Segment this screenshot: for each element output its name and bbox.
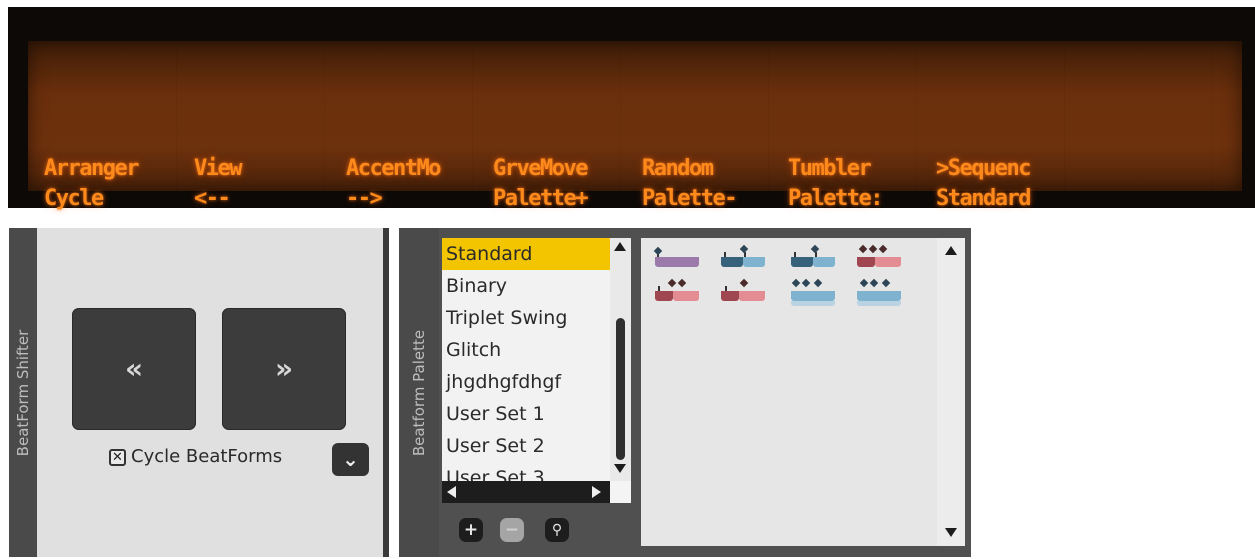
rewind-icon: « xyxy=(124,352,144,385)
beatform-tile[interactable] xyxy=(853,278,905,308)
lcd-cell: Palette: xyxy=(788,186,883,211)
beatform-grid xyxy=(641,238,937,546)
list-item[interactable]: User Set 1 xyxy=(442,398,610,430)
chevron-down-icon: ⌄ xyxy=(342,447,359,471)
lcd-cell: >Sequenc xyxy=(936,156,1031,181)
add-button[interactable]: + xyxy=(459,518,483,542)
scrollbar-corner xyxy=(610,481,631,503)
lcd-cell: Standard xyxy=(936,186,1031,211)
lcd-cell: --> xyxy=(346,186,383,211)
lcd-display: Arranger View AccentMo GrveMove Random T… xyxy=(8,7,1255,211)
list-item[interactable]: User Set 2 xyxy=(442,430,610,462)
list-vertical-scrollbar[interactable] xyxy=(610,238,631,487)
beatform-shifter-panel: BeatForm Shifter « » ✕ Cycle BeatForms ⌄ xyxy=(9,228,389,557)
scroll-up-icon[interactable] xyxy=(614,242,626,251)
scroll-up-icon[interactable] xyxy=(945,246,957,255)
panel-side-label: Beatform Palette xyxy=(399,228,439,557)
beatform-tile[interactable] xyxy=(651,244,703,274)
fast-forward-icon: » xyxy=(274,352,294,385)
beatform-tile[interactable] xyxy=(651,278,703,308)
panel-side-label: BeatForm Shifter xyxy=(9,228,37,557)
plus-icon: + xyxy=(463,520,479,540)
grid-vertical-scrollbar[interactable] xyxy=(937,238,965,546)
scroll-down-icon[interactable] xyxy=(614,464,626,473)
shifter-body: « » ✕ Cycle BeatForms ⌄ xyxy=(37,228,383,557)
lcd-cell: Cycle xyxy=(44,186,104,211)
list-item[interactable]: Binary xyxy=(442,270,610,302)
lcd-cell: Tumbler xyxy=(788,156,872,181)
beatform-tile[interactable] xyxy=(853,244,905,274)
lcd-cell: AccentMo xyxy=(346,156,441,181)
list-item[interactable]: jhgdhgfdhgf xyxy=(442,366,610,398)
minus-icon: − xyxy=(504,520,520,540)
beatform-tile[interactable] xyxy=(787,244,839,274)
panel-edge xyxy=(383,228,389,557)
list-item[interactable]: Standard xyxy=(442,238,610,270)
scroll-left-icon[interactable] xyxy=(447,486,456,498)
palette-list[interactable]: Standard Binary Triplet Swing Glitch jhg… xyxy=(442,238,610,487)
lcd-screen: Arranger View AccentMo GrveMove Random T… xyxy=(28,41,1242,211)
search-button[interactable]: ⚲ xyxy=(545,518,569,542)
previous-beatform-button[interactable]: « xyxy=(72,308,196,430)
lcd-cell: View xyxy=(194,156,242,181)
lcd-cell: Palette- xyxy=(642,186,737,211)
scroll-down-icon[interactable] xyxy=(945,528,957,537)
beatform-palette-panel: Beatform Palette Standard Binary Triplet… xyxy=(399,228,971,557)
list-item[interactable]: Triplet Swing xyxy=(442,302,610,334)
lcd-cell: Palette+ xyxy=(493,186,588,211)
lcd-cell: Random xyxy=(642,156,714,181)
scroll-right-icon[interactable] xyxy=(592,486,601,498)
lcd-cell: GrveMove xyxy=(493,156,588,181)
panel-title: BeatForm Shifter xyxy=(14,329,32,456)
lcd-cell: <-- xyxy=(194,186,231,211)
beatform-tile[interactable] xyxy=(787,278,839,308)
remove-button[interactable]: − xyxy=(500,518,524,542)
beatform-tile[interactable] xyxy=(717,278,769,308)
next-beatform-button[interactable]: » xyxy=(222,308,346,430)
cycle-beatforms-label: Cycle BeatForms xyxy=(131,446,283,467)
list-item[interactable]: Glitch xyxy=(442,334,610,366)
cycle-options-dropdown[interactable]: ⌄ xyxy=(332,443,369,476)
list-horizontal-scrollbar[interactable] xyxy=(442,481,610,503)
scrollbar-thumb[interactable] xyxy=(616,318,625,460)
cycle-beatforms-checkbox[interactable]: ✕ xyxy=(109,449,126,466)
panel-title: Beatform Palette xyxy=(410,329,428,456)
search-icon: ⚲ xyxy=(551,522,563,538)
lcd-cell: Arranger xyxy=(44,156,139,181)
beatform-tile[interactable] xyxy=(717,244,769,274)
